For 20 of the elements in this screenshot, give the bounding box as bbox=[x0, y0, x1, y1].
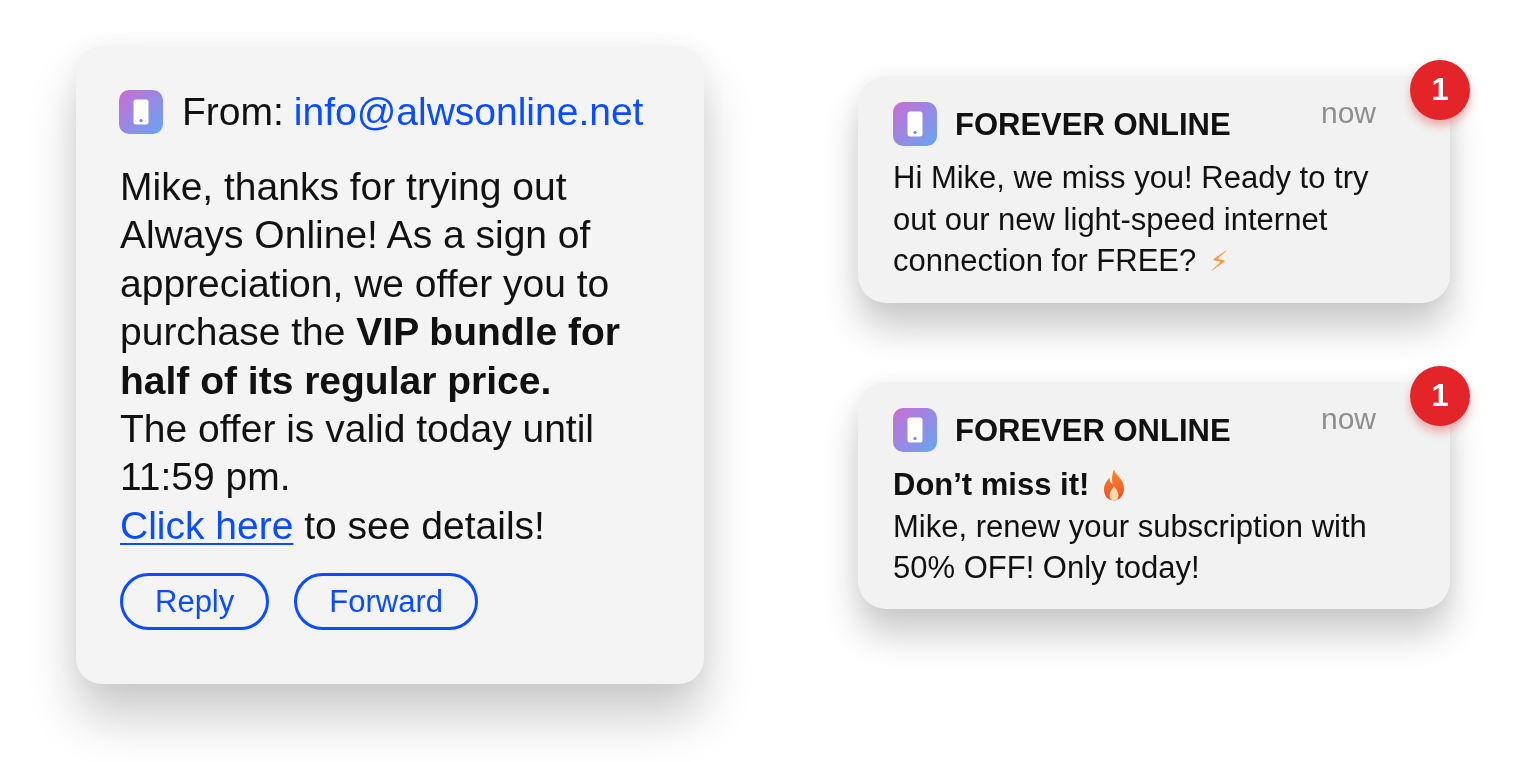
email-link[interactable]: info@alwsonline.net bbox=[293, 90, 644, 134]
app-name: FOREVER ONLINE bbox=[955, 106, 1231, 144]
message-text: Mike, thanks for trying out Always Online! As a sign of appreciation, we offer you to purchase the VIP bundle for half of its regular price. bbox=[120, 164, 621, 404]
phone-app-icon bbox=[893, 407, 937, 452]
message-text: The offer is valid today until 11:59 pm. bbox=[120, 406, 596, 501]
reply-button[interactable]: Reply bbox=[120, 573, 270, 631]
headline-text: Don’t miss it! bbox=[893, 465, 1090, 504]
details-link[interactable]: Click here bbox=[120, 503, 294, 547]
message-text: Mike, renew your subscription with 50% OFF! Only today! bbox=[893, 507, 1368, 587]
app-name: FOREVER ONLINE bbox=[955, 411, 1231, 450]
time-label: now bbox=[1320, 96, 1376, 130]
message-text: Hi Mike, we miss you! Ready to try out our new light-speed internet connection for FREE? ⚡ bbox=[893, 159, 1370, 280]
time-label: now bbox=[1320, 401, 1376, 436]
sender-label: From: bbox=[182, 90, 284, 134]
phone-app-icon bbox=[119, 90, 163, 134]
forward-button[interactable]: Forward bbox=[294, 573, 478, 631]
unread-count-badge: 1 bbox=[1410, 365, 1470, 426]
phone-app-icon bbox=[893, 102, 937, 146]
details-text: Click here to see details! bbox=[120, 502, 546, 549]
unread-count-badge: 1 bbox=[1410, 60, 1470, 120]
